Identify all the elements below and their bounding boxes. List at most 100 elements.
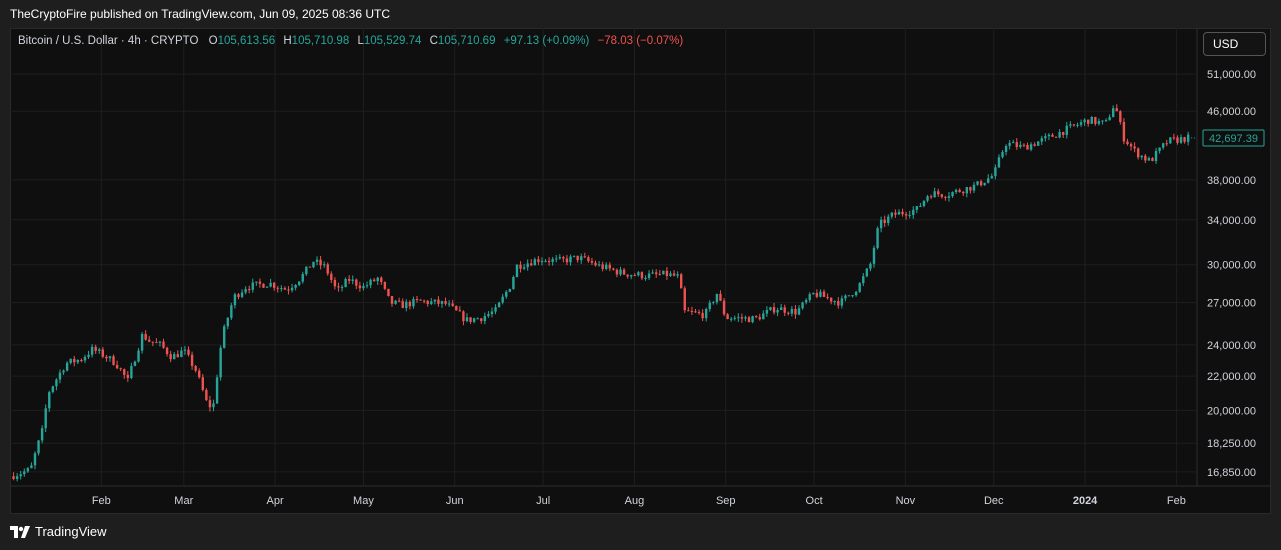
candle-body bbox=[765, 310, 769, 314]
candle-body bbox=[190, 354, 194, 366]
candle-body bbox=[1115, 108, 1118, 112]
x-tick-label: Sep bbox=[716, 495, 736, 507]
candle-body bbox=[708, 302, 711, 310]
candle-body bbox=[140, 333, 144, 351]
candle-body bbox=[226, 317, 229, 327]
candle-body bbox=[340, 287, 344, 289]
candle-body bbox=[908, 214, 911, 216]
candle-body bbox=[558, 257, 562, 259]
tradingview-logo[interactable]: TradingView bbox=[10, 524, 107, 539]
candle-body bbox=[519, 264, 522, 269]
candle-body bbox=[1008, 142, 1011, 146]
candle-body bbox=[62, 370, 65, 373]
candle-body bbox=[208, 400, 212, 408]
candle-body bbox=[912, 209, 915, 215]
candle-body bbox=[308, 266, 312, 268]
candle-body bbox=[537, 259, 540, 262]
candle-body bbox=[901, 211, 904, 215]
candle-body bbox=[169, 354, 172, 360]
candle-body bbox=[715, 293, 719, 303]
candle-body bbox=[51, 386, 55, 393]
open-value: 105,613.56 bbox=[217, 35, 276, 47]
candle-body bbox=[98, 349, 101, 351]
candle-body bbox=[1012, 142, 1015, 144]
candle-body bbox=[719, 293, 722, 301]
candle-body bbox=[505, 291, 508, 297]
candle-body bbox=[815, 292, 819, 297]
candle-body bbox=[351, 279, 354, 281]
candle-body bbox=[747, 317, 751, 323]
candle-body bbox=[994, 167, 997, 177]
change-value-secondary: −78.03 (−0.07%) bbox=[597, 35, 684, 47]
candle-body bbox=[1026, 144, 1029, 150]
candle-body bbox=[1111, 108, 1115, 118]
candle-body bbox=[1144, 155, 1147, 161]
candle-body bbox=[940, 194, 944, 197]
candle-body bbox=[305, 266, 308, 275]
candle-body bbox=[797, 308, 801, 315]
y-tick-label: 34,000.00 bbox=[1207, 215, 1256, 227]
candle-body bbox=[555, 258, 558, 260]
candle-body bbox=[758, 317, 761, 320]
candle-body bbox=[333, 279, 337, 287]
candle-body bbox=[922, 200, 926, 207]
candle-body bbox=[1094, 117, 1097, 124]
candle-body bbox=[412, 299, 415, 307]
candle-body bbox=[840, 298, 844, 306]
candle-body bbox=[173, 354, 176, 360]
candle-body bbox=[347, 278, 351, 281]
candle-body bbox=[1040, 138, 1043, 142]
candle-body bbox=[280, 288, 283, 290]
ohlc-legend: Bitcoin / U.S. Dollar · 4h · CRYPTO O105… bbox=[18, 35, 683, 47]
candle-body bbox=[647, 273, 651, 278]
y-tick-label: 38,000.00 bbox=[1207, 175, 1256, 187]
candle-body bbox=[544, 260, 547, 262]
candle-body bbox=[812, 292, 815, 295]
candle-body bbox=[1108, 117, 1111, 121]
candle-body bbox=[180, 350, 183, 358]
candle-body bbox=[1062, 131, 1065, 135]
currency-button[interactable]: USD bbox=[1203, 32, 1266, 56]
candle-body bbox=[380, 277, 383, 282]
candle-body bbox=[1169, 137, 1172, 144]
candle-body bbox=[394, 300, 397, 304]
candle-body bbox=[1029, 144, 1033, 150]
price-chart[interactable]: Feb Mar Apr May Jun Jul Aug Sep Oct Nov Dec 2024 Feb… bbox=[10, 28, 1271, 514]
candle-body bbox=[83, 357, 87, 361]
candle-body bbox=[772, 307, 776, 313]
candle-body bbox=[662, 270, 665, 275]
candle-body bbox=[283, 288, 287, 290]
candle-body bbox=[205, 389, 208, 401]
candle-body bbox=[540, 261, 544, 263]
candle-body bbox=[472, 318, 476, 322]
candle-body bbox=[344, 278, 347, 288]
candle-body bbox=[1076, 124, 1079, 126]
candle-body bbox=[158, 341, 162, 343]
candle-body bbox=[679, 274, 683, 289]
y-tick-label: 18,250.00 bbox=[1207, 438, 1256, 450]
candle-body bbox=[829, 297, 833, 302]
low-value: 105,529.74 bbox=[363, 35, 422, 47]
x-tick-label: Oct bbox=[806, 495, 823, 507]
candle-body bbox=[497, 302, 501, 308]
candle-body bbox=[783, 307, 786, 313]
candle-body bbox=[1104, 120, 1108, 122]
candle-body bbox=[1129, 144, 1133, 147]
candle-body bbox=[1047, 134, 1051, 137]
candle-body bbox=[1058, 131, 1061, 138]
candle-body bbox=[55, 379, 58, 387]
candle-body bbox=[987, 178, 990, 183]
candle-body bbox=[1126, 141, 1129, 145]
candle-body bbox=[847, 295, 851, 297]
candle-body bbox=[612, 268, 615, 270]
candle-body bbox=[405, 301, 408, 309]
candle-body bbox=[601, 264, 604, 269]
candle-body bbox=[787, 312, 790, 314]
candle-body bbox=[551, 259, 554, 262]
candle-body bbox=[1054, 136, 1058, 138]
candle-body bbox=[187, 349, 190, 355]
candle-body bbox=[337, 286, 340, 288]
candle-body bbox=[615, 269, 619, 275]
candle-body bbox=[430, 301, 433, 305]
candle-body bbox=[451, 303, 454, 306]
